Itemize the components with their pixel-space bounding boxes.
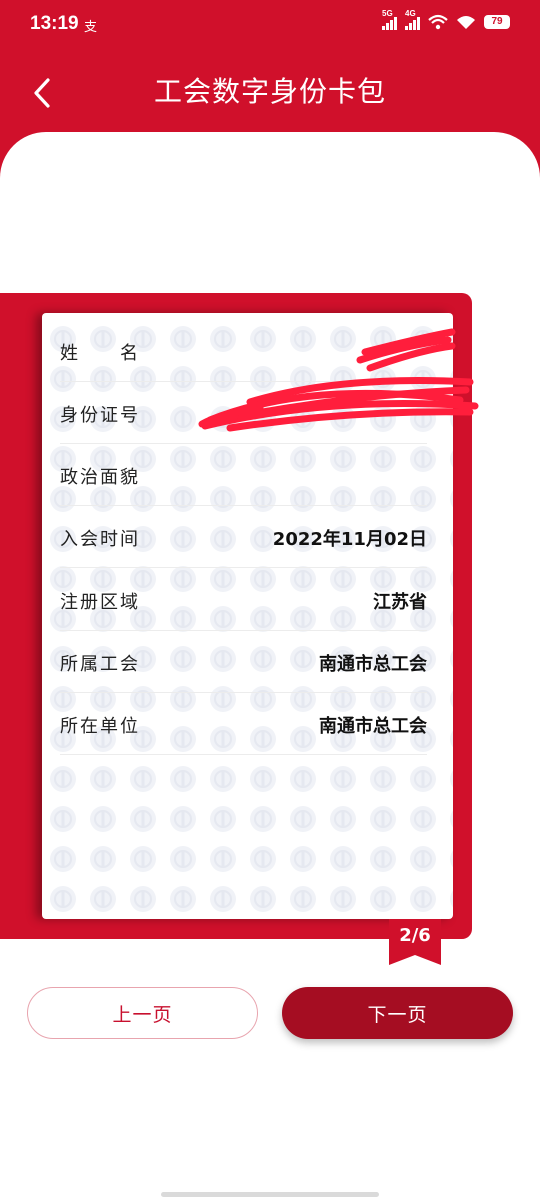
row-political-status: 政治面貌 [60,443,427,506]
row-label: 注册区域 [60,592,140,613]
page-indicator-text: 2/6 [399,925,431,946]
hotspot-wifi-icon [428,14,448,30]
row-label: 姓 名 [60,343,140,364]
row-value: 2022年11月02日 [272,529,427,550]
home-indicator[interactable] [161,1192,379,1197]
page-title: 工会数字身份卡包 [153,75,386,108]
row-join-date: 入会时间 2022年11月02日 [60,505,427,568]
signal-5g-label: 5G [382,9,393,18]
row-label: 入会时间 [60,529,140,550]
row-value: 江苏省 [373,592,427,613]
signal-5g-icon: 5G [382,9,397,30]
status-bar: 13:19 支 5G 4G 79 [0,0,540,50]
row-label: 政治面貌 [60,467,140,488]
redaction-scribble [198,328,479,432]
status-time: 13:19 [30,13,79,34]
row-value: 南通市总工会 [319,654,427,675]
previous-page-button[interactable]: 上一页 [27,987,258,1039]
status-icons: 5G 4G 79 [382,9,510,30]
signal-4g-label: 4G [405,9,416,18]
row-value: 南通市总工会 [319,716,427,737]
row-union: 所属工会 南通市总工会 [60,630,427,693]
row-label: 所在单位 [60,716,140,737]
row-label: 所属工会 [60,654,140,675]
wifi-icon [457,16,475,29]
signal-4g-icon: 4G [405,9,420,30]
alipay-indicator-icon: 支 [84,19,98,34]
next-page-button[interactable]: 下一页 [282,987,513,1039]
page-indicator: 2/6 [389,919,441,965]
battery-icon: 79 [484,15,510,29]
row-employer: 所在单位 南通市总工会 [60,692,427,755]
row-label: 身份证号 [60,405,140,426]
row-region: 注册区域 江苏省 [60,568,427,631]
